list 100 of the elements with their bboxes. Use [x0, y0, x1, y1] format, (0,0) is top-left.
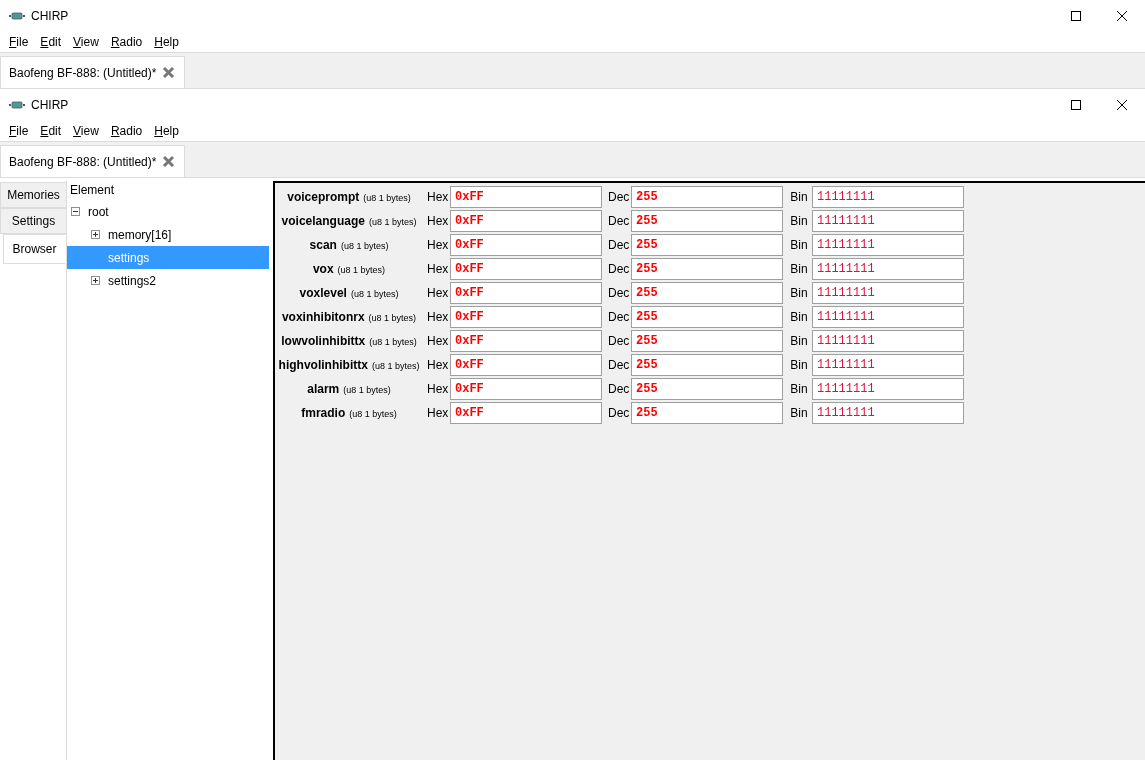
collapse-icon[interactable] — [71, 207, 80, 216]
menu-item[interactable]: Radio — [104, 35, 149, 49]
field-name: fmradio — [301, 406, 346, 420]
hex-field[interactable]: 0xFF — [450, 378, 602, 400]
field-name: voxinhibitonrx — [281, 310, 365, 324]
bin-label: Bin — [789, 262, 809, 276]
hex-field[interactable]: 0xFF — [450, 282, 602, 304]
hex-label: Hex — [426, 238, 450, 252]
side-tab[interactable]: Browser — [3, 234, 66, 264]
dec-field[interactable]: 255 — [631, 258, 783, 280]
bin-field[interactable]: 11111111 — [812, 258, 964, 280]
dec-field[interactable]: 255 — [631, 210, 783, 232]
field-type: (u8 1 bytes) — [343, 385, 391, 395]
dec-label: Dec — [607, 310, 631, 324]
hex-field[interactable]: 0xFF — [450, 258, 602, 280]
field-type: (u8 1 bytes) — [371, 361, 420, 371]
tree-item[interactable]: root — [67, 200, 269, 223]
hex-field[interactable]: 0xFF — [450, 306, 602, 328]
dec-field[interactable]: 255 — [631, 378, 783, 400]
expand-icon[interactable] — [91, 276, 100, 285]
bin-field[interactable]: 11111111 — [812, 354, 964, 376]
bin-field[interactable]: 11111111 — [812, 306, 964, 328]
bin-label: Bin — [789, 358, 809, 372]
field-name: voiceprompt — [287, 190, 360, 204]
dec-field[interactable]: 255 — [631, 354, 783, 376]
hex-field[interactable]: 0xFF — [450, 186, 602, 208]
close-icon[interactable] — [1117, 100, 1127, 110]
bin-label: Bin — [789, 334, 809, 348]
hex-label: Hex — [426, 262, 450, 276]
hex-field[interactable]: 0xFF — [450, 354, 602, 376]
bin-field[interactable]: 11111111 — [812, 378, 964, 400]
maximize-icon[interactable] — [1071, 11, 1081, 21]
field-type: (u8 1 bytes) — [369, 337, 417, 347]
dec-label: Dec — [607, 358, 631, 372]
menu-item[interactable]: Help — [148, 35, 185, 49]
expand-icon[interactable] — [91, 230, 100, 239]
menu-item[interactable]: File — [3, 124, 35, 138]
menu-item[interactable]: File — [3, 35, 35, 49]
dec-field[interactable]: 255 — [631, 402, 783, 424]
menu-item[interactable]: Edit — [34, 35, 68, 49]
dec-label: Dec — [607, 190, 631, 204]
bin-field[interactable]: 11111111 — [812, 210, 964, 232]
field-type: (u8 1 bytes) — [368, 313, 417, 323]
hex-label: Hex — [426, 190, 450, 204]
field-type: (u8 1 bytes) — [363, 193, 411, 203]
bin-label: Bin — [789, 190, 809, 204]
menu-item[interactable]: View — [67, 35, 105, 49]
document-tab[interactable]: Baofeng BF-888: (Untitled)* — [0, 145, 186, 177]
dec-field[interactable]: 255 — [631, 306, 783, 328]
menu-item[interactable]: Edit — [34, 124, 68, 138]
dec-field[interactable]: 255 — [631, 330, 783, 352]
dec-label: Dec — [607, 406, 631, 420]
field-type: (u8 1 bytes) — [349, 409, 397, 419]
side-tab[interactable]: Settings — [0, 208, 66, 234]
close-icon[interactable] — [1117, 11, 1127, 21]
dec-field[interactable]: 255 — [631, 186, 783, 208]
hex-field[interactable]: 0xFF — [450, 330, 602, 352]
field-name: voicelanguage — [281, 214, 365, 228]
hex-label: Hex — [426, 310, 450, 324]
bin-field[interactable]: 11111111 — [812, 282, 964, 304]
bin-label: Bin — [789, 286, 809, 300]
bin-label: Bin — [789, 238, 809, 252]
bin-label: Bin — [789, 310, 809, 324]
bin-field[interactable]: 11111111 — [812, 330, 964, 352]
dec-label: Dec — [607, 214, 631, 228]
menu-item[interactable]: View — [67, 124, 105, 138]
hex-label: Hex — [426, 358, 450, 372]
hex-field[interactable]: 0xFF — [450, 210, 602, 232]
field-name: highvolinhibittx — [278, 358, 368, 372]
connector-icon — [9, 101, 25, 109]
window-title: CHIRP — [31, 9, 70, 23]
dec-field[interactable]: 255 — [631, 282, 783, 304]
field-name: vox — [312, 262, 334, 276]
document-tab[interactable]: Baofeng BF-888: (Untitled)* — [0, 56, 186, 88]
field-name: voxlevel — [299, 286, 347, 300]
field-name: alarm — [307, 382, 340, 396]
field-type: (u8 1 bytes) — [368, 217, 417, 227]
side-tab[interactable]: Memories — [0, 182, 66, 208]
menu-item[interactable]: Radio — [104, 124, 149, 138]
tree-item[interactable]: settings — [67, 246, 269, 269]
bin-label: Bin — [789, 382, 809, 396]
tree-item[interactable]: settings2 — [67, 269, 269, 292]
field-name: scan — [309, 238, 337, 252]
field-name: lowvolinhibittx — [281, 334, 366, 348]
hex-label: Hex — [426, 334, 450, 348]
menu-item[interactable]: Help — [148, 124, 185, 138]
dec-field[interactable]: 255 — [631, 234, 783, 256]
field-type: (u8 1 bytes) — [337, 265, 386, 275]
dec-label: Dec — [607, 286, 631, 300]
hex-label: Hex — [426, 406, 450, 420]
hex-label: Hex — [426, 382, 450, 396]
window-title: CHIRP — [31, 98, 70, 112]
connector-icon — [9, 12, 25, 20]
bin-field[interactable]: 11111111 — [812, 402, 964, 424]
tree-item[interactable]: memory[16] — [67, 223, 269, 246]
bin-field[interactable]: 11111111 — [812, 234, 964, 256]
maximize-icon[interactable] — [1071, 100, 1081, 110]
bin-field[interactable]: 11111111 — [812, 186, 964, 208]
hex-field[interactable]: 0xFF — [450, 234, 602, 256]
hex-field[interactable]: 0xFF — [450, 402, 602, 424]
